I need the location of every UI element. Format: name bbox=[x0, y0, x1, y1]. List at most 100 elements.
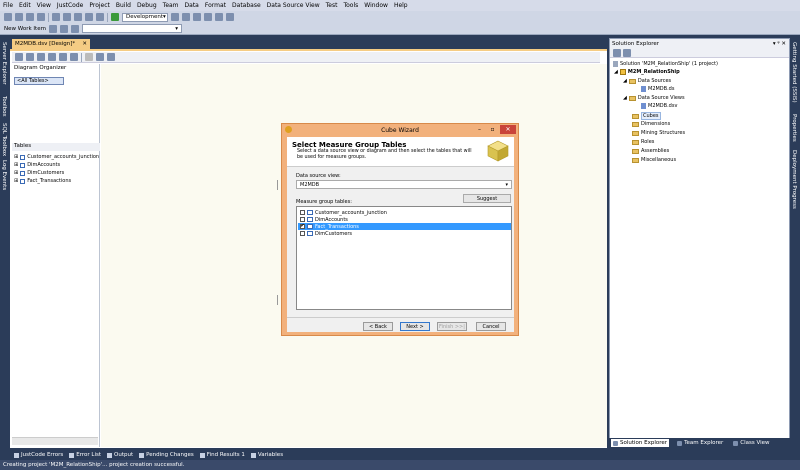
menu-item-project[interactable]: Project bbox=[89, 2, 110, 9]
pin-icon[interactable]: ▾ ᵠ ✕ bbox=[773, 41, 786, 47]
list-item[interactable]: DimAccounts bbox=[298, 216, 511, 223]
next-button[interactable]: Next > bbox=[400, 322, 430, 331]
collapse-icon[interactable]: ◢ bbox=[614, 69, 618, 75]
table-item[interactable]: ⊞ DimAccounts bbox=[14, 162, 60, 168]
checkbox-checked[interactable]: ✔ bbox=[300, 224, 305, 229]
output-icon[interactable] bbox=[215, 13, 223, 21]
cancel-button[interactable]: Cancel bbox=[476, 322, 506, 331]
save-icon[interactable] bbox=[26, 13, 34, 21]
menu-item-debug[interactable]: Debug bbox=[137, 2, 157, 9]
new-project-icon[interactable] bbox=[4, 13, 12, 21]
menu-item-data-source-view[interactable]: Data Source View bbox=[267, 2, 320, 9]
menu-item-edit[interactable]: Edit bbox=[19, 2, 31, 9]
copy-icon[interactable] bbox=[63, 13, 71, 21]
paste-icon[interactable] bbox=[74, 13, 82, 21]
tab-error-list[interactable]: Error List bbox=[69, 452, 101, 458]
finish-button[interactable]: Finish >>| bbox=[437, 322, 467, 331]
menu-item-tools[interactable]: Tools bbox=[343, 2, 358, 9]
zoom-icon[interactable] bbox=[107, 53, 115, 61]
back-button[interactable]: < Back bbox=[363, 322, 393, 331]
menu-item-team[interactable]: Team bbox=[163, 2, 179, 9]
tree-data-source-views[interactable]: ◢ Data Source Views bbox=[623, 95, 685, 101]
vtab-properties[interactable]: Properties bbox=[791, 114, 797, 142]
redo-icon[interactable] bbox=[96, 13, 104, 21]
close-icon[interactable]: ✕ bbox=[500, 125, 516, 134]
minimize-icon[interactable]: – bbox=[474, 125, 485, 134]
menu-item-test[interactable]: Test bbox=[326, 2, 338, 9]
add-table-icon[interactable] bbox=[15, 53, 23, 61]
properties-icon[interactable] bbox=[193, 13, 201, 21]
all-tables-diagram[interactable]: <All Tables> bbox=[14, 77, 64, 85]
tab-variables[interactable]: Variables bbox=[250, 452, 283, 458]
suggest-button[interactable]: Suggest bbox=[463, 194, 511, 203]
tree-project[interactable]: ◢ M2M_RelationShip bbox=[614, 69, 680, 75]
tree-assemblies[interactable]: Assemblies bbox=[632, 148, 669, 154]
find-work-item-icon[interactable] bbox=[70, 24, 79, 33]
expand-icon[interactable]: ⊞ bbox=[14, 178, 18, 184]
cut-icon[interactable] bbox=[52, 13, 60, 21]
checkbox[interactable] bbox=[300, 210, 305, 215]
tab-solution-explorer[interactable]: Solution Explorer bbox=[611, 439, 670, 447]
vtab-deployment-progress[interactable]: Deployment Progress bbox=[791, 150, 797, 209]
new-query-icon[interactable] bbox=[37, 53, 45, 61]
tab-pending-changes[interactable]: Pending Changes bbox=[139, 452, 194, 458]
collapse-icon[interactable]: ◢ bbox=[623, 78, 627, 84]
new-work-item-button[interactable]: New Work Item bbox=[4, 26, 46, 32]
menu-item-file[interactable]: File bbox=[3, 2, 13, 9]
properties-icon[interactable] bbox=[613, 48, 621, 57]
menu-item-view[interactable]: View bbox=[37, 2, 51, 9]
table-item[interactable]: ⊞ Fact_Transactions bbox=[14, 178, 71, 184]
explore-data-icon[interactable] bbox=[70, 53, 78, 61]
tree-solution[interactable]: Solution 'M2M_RelationShip' (1 project) bbox=[613, 61, 718, 67]
tab-find-results[interactable]: Find Results 1 bbox=[199, 452, 245, 458]
tree-roles[interactable]: Roles bbox=[632, 139, 654, 145]
open-icon[interactable] bbox=[15, 13, 23, 21]
tree-ds-file[interactable]: M2MDB.ds bbox=[641, 86, 674, 92]
list-item[interactable]: Customer_accounts_junction bbox=[298, 209, 511, 216]
menu-item-database[interactable]: Database bbox=[232, 2, 261, 9]
vtab-sql-toolbox[interactable]: SQL Toolbox bbox=[1, 123, 7, 156]
collapse-icon[interactable]: ◢ bbox=[623, 95, 627, 101]
vtab-getting-started[interactable]: Getting Started (SSIS) bbox=[791, 42, 797, 103]
list-item-selected[interactable]: ✔ Fact_Transactions bbox=[298, 223, 511, 230]
tree-dsv-file[interactable]: M2MDB.dsv bbox=[641, 103, 677, 109]
fit-icon[interactable] bbox=[96, 53, 104, 61]
arrange-icon[interactable] bbox=[59, 53, 67, 61]
menu-item-data[interactable]: Data bbox=[185, 2, 199, 9]
table-item[interactable]: ⊞ Customer_accounts_junction bbox=[14, 154, 99, 160]
start-icon[interactable] bbox=[111, 13, 119, 21]
list-item[interactable]: DimCustomers bbox=[298, 230, 511, 237]
work-item-combo[interactable]: ▾ bbox=[81, 24, 182, 33]
close-icon[interactable]: ✕ bbox=[82, 41, 87, 47]
tree-dimensions[interactable]: Dimensions bbox=[632, 121, 670, 127]
menu-item-help[interactable]: Help bbox=[394, 2, 408, 9]
find-icon[interactable] bbox=[171, 13, 179, 21]
expand-icon[interactable]: ⊞ bbox=[14, 162, 18, 168]
checkbox[interactable] bbox=[300, 231, 305, 236]
query-icon[interactable] bbox=[48, 24, 57, 33]
tree-cubes[interactable]: Cubes bbox=[632, 112, 661, 120]
solution-explorer-icon[interactable] bbox=[182, 13, 190, 21]
tab-justcode-errors[interactable]: JustCode Errors bbox=[14, 452, 63, 458]
new-relationship-icon[interactable] bbox=[26, 53, 34, 61]
tab-output[interactable]: Output bbox=[107, 452, 133, 458]
delete-icon[interactable] bbox=[85, 53, 93, 61]
horizontal-scrollbar[interactable] bbox=[12, 437, 98, 445]
toolbox-icon[interactable] bbox=[204, 13, 212, 21]
tree-mining-structures[interactable]: Mining Structures bbox=[632, 130, 685, 136]
maximize-icon[interactable]: ▫ bbox=[487, 125, 498, 134]
expand-icon[interactable]: ⊞ bbox=[14, 154, 18, 160]
measure-group-list[interactable]: Customer_accounts_junction DimAccounts ✔… bbox=[296, 206, 512, 310]
undo-icon[interactable] bbox=[85, 13, 93, 21]
refresh-icon[interactable] bbox=[48, 53, 56, 61]
document-tab[interactable]: M2MDB.dsv [Design]* ✕ bbox=[12, 39, 90, 49]
table-item[interactable]: ⊞ DimCustomers bbox=[14, 170, 64, 176]
menu-item-format[interactable]: Format bbox=[205, 2, 226, 9]
vtab-server-explorer[interactable]: Server Explorer bbox=[1, 42, 7, 85]
dsv-select[interactable]: M2MDB ▾ bbox=[296, 180, 512, 189]
expand-icon[interactable]: ⊞ bbox=[14, 170, 18, 176]
tree-data-sources[interactable]: ◢ Data Sources bbox=[623, 78, 671, 84]
tab-team-explorer[interactable]: Team Explorer bbox=[675, 439, 725, 447]
checkbox[interactable] bbox=[300, 217, 305, 222]
options-icon[interactable] bbox=[226, 13, 234, 21]
